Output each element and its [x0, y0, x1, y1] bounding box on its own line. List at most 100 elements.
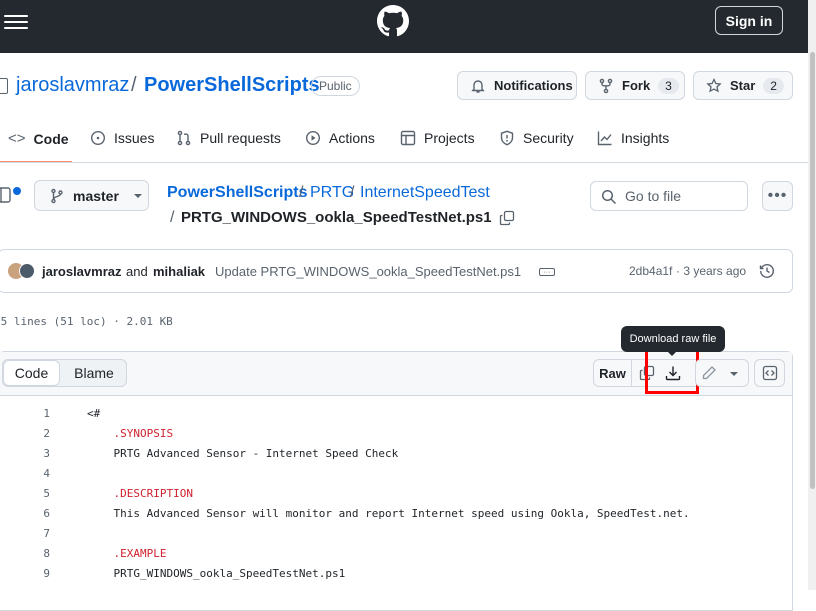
go-to-file-input[interactable]: Go to file	[590, 181, 748, 211]
breadcrumb-dir-prtg-link[interactable]: PRTG	[310, 184, 354, 202]
tab-code-label: Code	[33, 130, 69, 147]
branch-selector[interactable]: master	[34, 180, 149, 211]
avatar[interactable]	[19, 263, 35, 279]
fork-label: Fork	[622, 78, 651, 93]
symbols-button[interactable]	[754, 359, 785, 387]
tab-pull-requests[interactable]: Pull requests	[176, 130, 281, 146]
line-number[interactable]: 3	[20, 444, 50, 464]
star-count: 2	[763, 77, 784, 94]
code-line: 9 PRTG_WINDOWS_ookla_SpeedTestNet.ps1	[0, 564, 792, 584]
commit-and-text: and	[126, 264, 148, 279]
commit-hash-link[interactable]: 2db4a1f	[629, 264, 672, 278]
code-line: 6 This Advanced Sensor will monitor and …	[0, 504, 792, 524]
repo-icon	[0, 78, 8, 94]
chevron-down-icon[interactable]	[729, 371, 739, 377]
code-line: 1 <#	[0, 404, 792, 424]
global-header: Sign in	[0, 0, 808, 53]
tab-security-label: Security	[523, 130, 574, 146]
tab-insights[interactable]: Insights	[597, 130, 669, 146]
tab-actions-label: Actions	[329, 130, 375, 146]
tabs-divider	[0, 162, 808, 163]
table-icon	[400, 130, 416, 146]
line-number[interactable]: 9	[20, 564, 50, 584]
line-number[interactable]: 8	[20, 544, 50, 564]
code-line: 2 .SYNOPSIS	[0, 424, 792, 444]
line-number[interactable]: 6	[20, 504, 50, 524]
breadcrumb-separator: /	[299, 184, 304, 201]
tab-projects-label: Projects	[424, 130, 475, 146]
visibility-badge: Public	[311, 76, 360, 96]
commit-time: · 3 years ago	[676, 264, 747, 278]
copy-path-icon[interactable]	[499, 210, 515, 226]
code-text: <#	[87, 407, 101, 420]
menu-icon[interactable]	[4, 12, 28, 30]
tab-issues[interactable]: Issues	[90, 130, 154, 146]
file-meta: 55 lines (51 loc) · 2.01 KB	[0, 315, 173, 328]
tab-pull-requests-label: Pull requests	[200, 130, 281, 146]
tab-projects[interactable]: Projects	[400, 130, 475, 146]
sign-in-button[interactable]: Sign in	[715, 6, 783, 35]
line-number[interactable]: 7	[20, 524, 50, 544]
breadcrumb-file-name: PRTG_WINDOWS_ookla_SpeedTestNet.ps1	[181, 209, 492, 226]
bell-icon	[471, 79, 485, 93]
code-text: .DESCRIPTION	[87, 487, 193, 500]
tab-insights-label: Insights	[621, 130, 670, 146]
issue-icon	[90, 130, 106, 146]
star-icon	[706, 77, 722, 92]
tab-issues-label: Issues	[114, 130, 155, 146]
code-text: .EXAMPLE	[87, 547, 167, 560]
code-line: 4	[0, 464, 792, 484]
fork-button[interactable]: Fork 3	[585, 71, 685, 100]
commit-message-link[interactable]: Update PRTG_WINDOWS_ookla_SpeedTestNet.p…	[215, 264, 521, 279]
chevron-down-icon	[133, 193, 142, 198]
breadcrumb-separator: /	[170, 209, 175, 226]
go-to-file-placeholder: Go to file	[625, 188, 682, 204]
graph-icon	[597, 131, 612, 146]
tab-actions[interactable]: Actions	[305, 130, 375, 146]
line-number[interactable]: 4	[20, 464, 50, 484]
ellipsis-expander-icon[interactable]: ···	[539, 268, 555, 276]
pencil-icon[interactable]	[701, 365, 717, 381]
notification-dot	[11, 185, 23, 197]
code-square-icon	[762, 365, 777, 381]
tab-security[interactable]: Security	[499, 130, 574, 146]
scrollbar-thumb[interactable]	[810, 52, 815, 489]
play-icon	[305, 130, 321, 146]
code-icon: <>	[8, 130, 26, 147]
raw-button[interactable]: Raw	[594, 360, 632, 386]
line-number[interactable]: 5	[20, 484, 50, 504]
github-logo-icon[interactable]	[377, 5, 409, 37]
pull-request-icon	[177, 130, 191, 146]
code-view-button[interactable]: Code	[3, 360, 60, 386]
code-text: .SYNOPSIS	[87, 427, 174, 440]
download-tooltip: Download raw file	[621, 326, 725, 352]
repo-name-link[interactable]: PowerShellScripts	[144, 74, 320, 97]
commit-author-link[interactable]: jaroslavmraz	[42, 264, 122, 279]
breadcrumb-dir-speedtest-link[interactable]: InternetSpeedTest	[360, 184, 490, 202]
tab-code[interactable]: <> Code	[8, 130, 69, 147]
shield-icon	[500, 130, 514, 146]
line-number[interactable]: 1	[20, 404, 50, 424]
more-options-button[interactable]: •••	[762, 181, 793, 211]
notifications-label: Notifications	[494, 78, 573, 93]
code-text: This Advanced Sensor will monitor and re…	[87, 507, 690, 520]
blame-view-button[interactable]: Blame	[64, 360, 124, 386]
tooltip-arrow	[667, 351, 677, 356]
history-icon[interactable]	[759, 263, 775, 279]
code-text: PRTG_WINDOWS_ookla_SpeedTestNet.ps1	[87, 567, 346, 580]
search-icon	[601, 189, 617, 205]
code-line: 7	[0, 524, 792, 544]
code-line: 3 PRTG Advanced Sensor - Internet Speed …	[0, 444, 792, 464]
kebab-horizontal-icon: •••	[767, 187, 788, 204]
repo-path-separator: /	[131, 74, 137, 96]
repo-owner-link[interactable]: jaroslavmraz	[16, 74, 129, 97]
star-label: Star	[730, 78, 756, 93]
notifications-button[interactable]: Notifications	[457, 71, 577, 100]
breadcrumb-root-link[interactable]: PowerShellScripts	[167, 184, 308, 202]
branch-icon	[51, 188, 63, 203]
fork-icon	[599, 78, 613, 93]
commit-coauthor-link[interactable]: mihaliak	[153, 264, 205, 279]
star-button[interactable]: Star 2	[693, 71, 793, 100]
code-text: PRTG Advanced Sensor - Internet Speed Ch…	[87, 447, 399, 460]
line-number[interactable]: 2	[20, 424, 50, 444]
